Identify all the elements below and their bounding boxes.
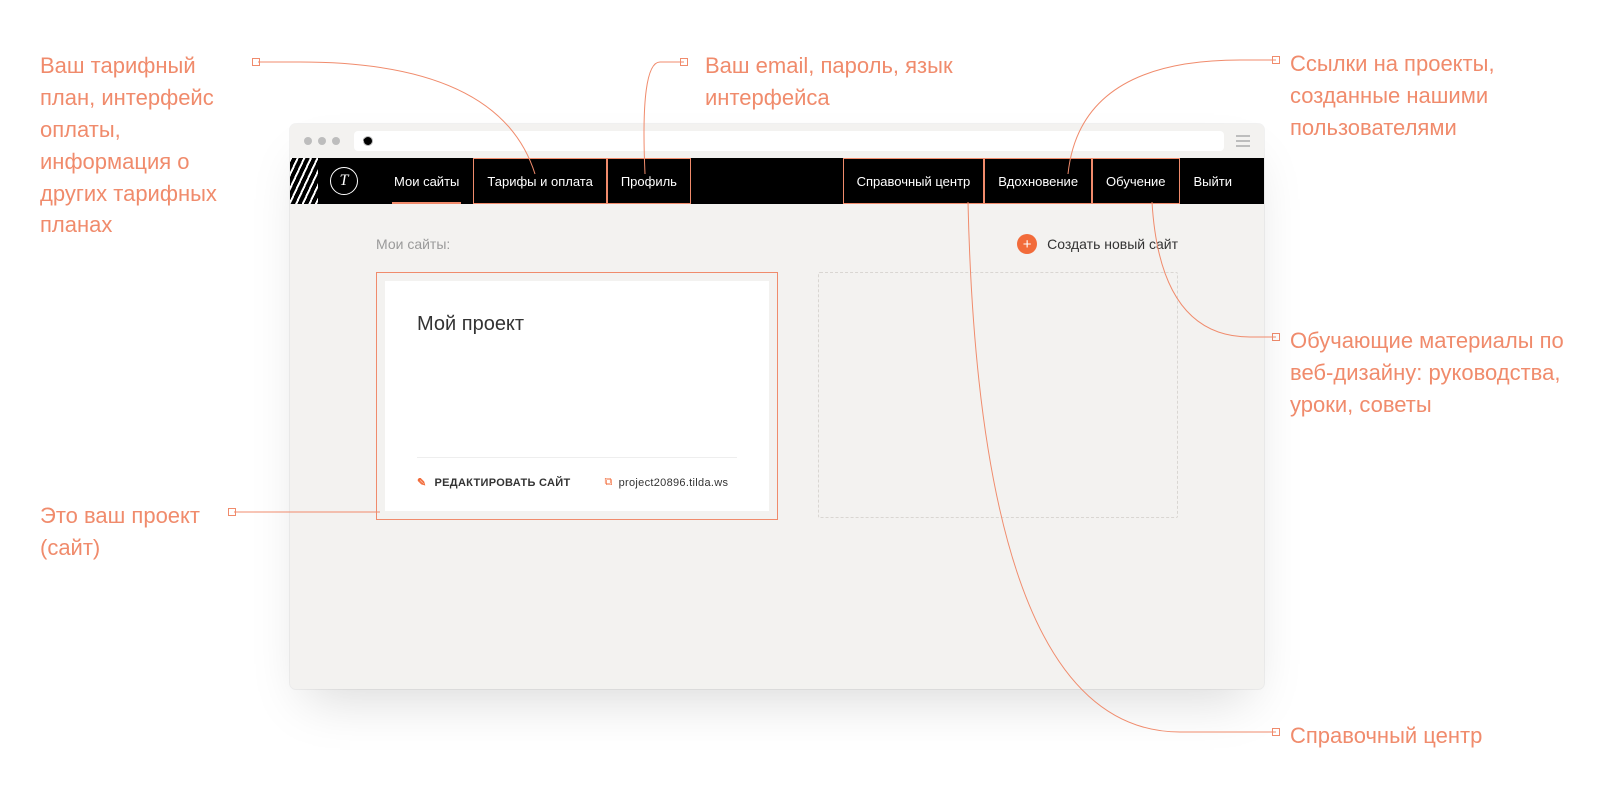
plus-icon: + [1017, 234, 1037, 254]
project-url: project20896.tilda.ws [619, 477, 729, 489]
nav-tariffs[interactable]: Тарифы и оплата [473, 158, 606, 204]
annotation-learn: Обучающие материалы по веб-дизайну: руко… [1290, 325, 1570, 421]
create-site-button[interactable]: + Создать новый сайт [1017, 234, 1178, 254]
window-dot [332, 137, 340, 145]
annotation-help: Справочный центр [1290, 720, 1550, 752]
anchor-box [680, 58, 688, 66]
section-title: Мои сайты: [376, 236, 450, 252]
external-link-icon: ⧉ [604, 476, 612, 489]
refresh-icon [362, 135, 374, 147]
nav-learning[interactable]: Обучение [1092, 158, 1179, 204]
annotation-inspire: Ссылки на проекты, созданные нашими поль… [1290, 48, 1570, 144]
window-dot [304, 137, 312, 145]
content-header: Мои сайты: + Создать новый сайт [376, 234, 1178, 254]
project-card[interactable]: Мой проект ✎ РЕДАКТИРОВАТЬ САЙТ ⧉ projec… [385, 281, 769, 511]
nav-logout[interactable]: Выйти [1180, 158, 1247, 204]
nav-pattern [290, 158, 318, 204]
project-card-highlight: Мой проект ✎ РЕДАКТИРОВАТЬ САЙТ ⧉ projec… [376, 272, 778, 520]
window-controls [304, 137, 340, 145]
hamburger-icon[interactable] [1236, 135, 1250, 147]
project-title: Мой проект [417, 313, 737, 336]
window-dot [318, 137, 326, 145]
browser-window: T Мои сайты Тарифы и оплата Профиль Спра… [290, 124, 1264, 689]
anchor-box [1272, 728, 1280, 736]
empty-card-slot[interactable] [818, 272, 1178, 518]
pencil-icon: ✎ [417, 476, 427, 489]
annotation-tariff: Ваш тарифный план, интерфейс оплаты, инф… [40, 50, 230, 241]
annotation-project: Это ваш проект (сайт) [40, 500, 240, 564]
nav-profile[interactable]: Профиль [607, 158, 691, 204]
top-nav: T Мои сайты Тарифы и оплата Профиль Спра… [290, 158, 1264, 204]
nav-my-sites[interactable]: Мои сайты [380, 158, 473, 204]
project-card-footer: ✎ РЕДАКТИРОВАТЬ САЙТ ⧉ project20896.tild… [417, 457, 737, 489]
edit-site-link[interactable]: ✎ РЕДАКТИРОВАТЬ САЙТ [417, 476, 570, 489]
nav-left-group: Мои сайты Тарифы и оплата Профиль [380, 158, 691, 204]
edit-site-label: РЕДАКТИРОВАТЬ САЙТ [435, 477, 571, 489]
address-bar[interactable] [354, 131, 1224, 151]
project-url-link[interactable]: ⧉ project20896.tilda.ws [604, 476, 728, 489]
anchor-box [1272, 333, 1280, 341]
annotation-profile: Ваш email, пароль, язык интерфейса [705, 50, 965, 114]
anchor-box [228, 508, 236, 516]
anchor-box [252, 58, 260, 66]
nav-inspiration[interactable]: Вдохновение [984, 158, 1092, 204]
create-site-label: Создать новый сайт [1047, 236, 1178, 252]
logo-icon[interactable]: T [330, 167, 358, 195]
nav-help-center[interactable]: Справочный центр [843, 158, 985, 204]
anchor-box [1272, 56, 1280, 64]
browser-chrome-bar [290, 124, 1264, 158]
nav-right-group: Справочный центр Вдохновение Обучение Вы… [843, 158, 1264, 204]
content-area: Мои сайты: + Создать новый сайт Мой прое… [290, 204, 1264, 689]
cards-row: Мой проект ✎ РЕДАКТИРОВАТЬ САЙТ ⧉ projec… [376, 272, 1178, 520]
